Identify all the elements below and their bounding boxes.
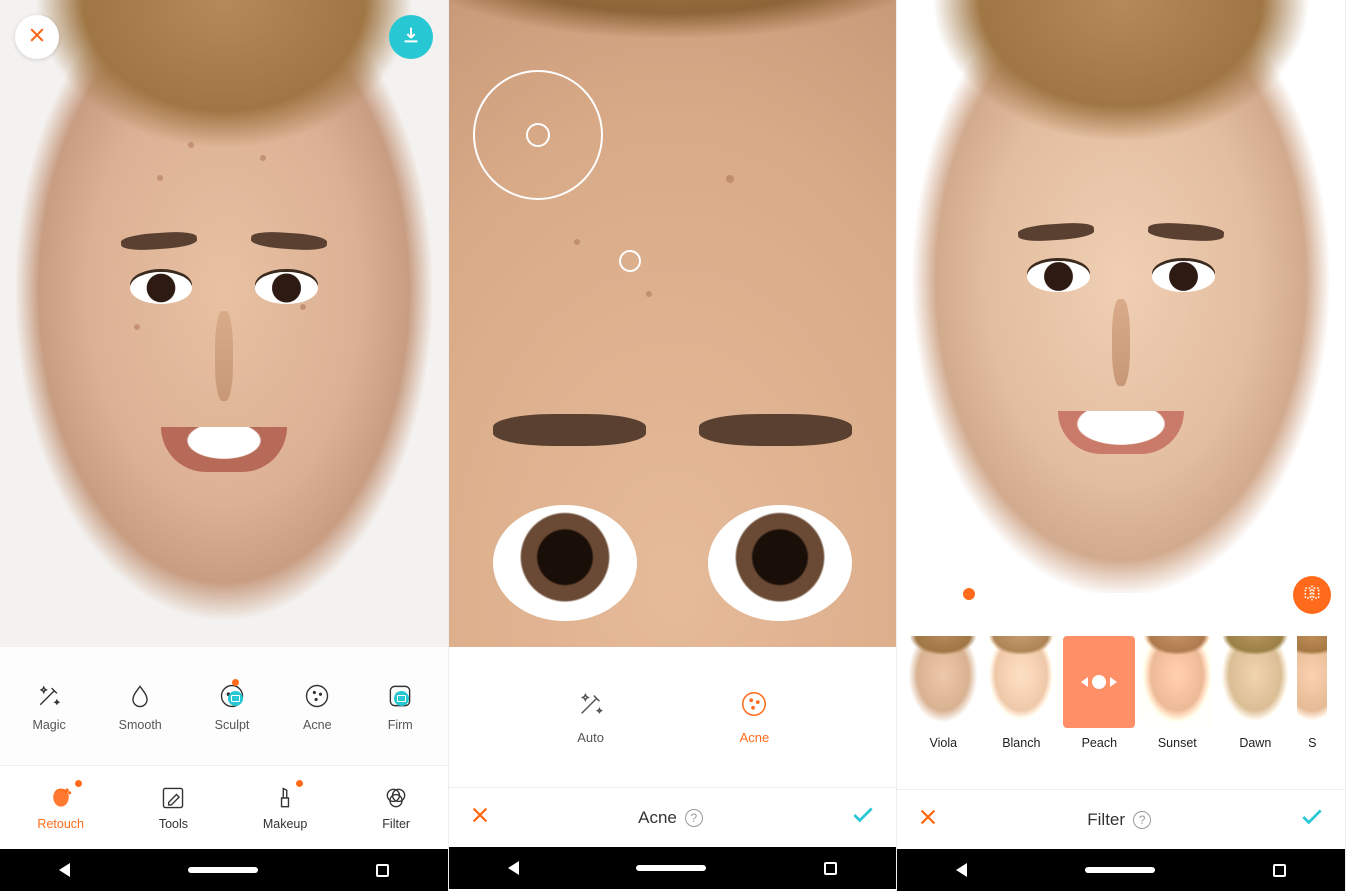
filter-thumbnail-strip[interactable]: Viola Blanch Peach Sunset Dawn S <box>897 622 1345 767</box>
tool-label: Smooth <box>119 718 162 732</box>
tab-label: Makeup <box>263 817 307 831</box>
lipstick-icon <box>271 784 299 812</box>
tool-label: Magic <box>32 718 65 732</box>
tool-label: Firm <box>388 718 413 732</box>
filter-label: Peach <box>1082 736 1117 750</box>
close-button[interactable] <box>15 15 59 59</box>
nav-home-icon[interactable] <box>1085 867 1155 873</box>
filter-intensity-slider[interactable] <box>927 584 1275 604</box>
magic-wand-icon <box>34 681 64 711</box>
tool-acne[interactable]: Acne <box>302 681 332 732</box>
tab-makeup[interactable]: Makeup <box>263 784 307 831</box>
face-image-filtered <box>897 0 1345 622</box>
android-nav-bar <box>449 847 897 889</box>
tool-label: Sculpt <box>215 718 250 732</box>
panel-title: Acne ? <box>491 808 851 828</box>
help-icon[interactable]: ? <box>685 809 703 827</box>
filter-label: Sunset <box>1158 736 1197 750</box>
face-image <box>0 0 448 647</box>
android-nav-bar <box>897 849 1345 891</box>
download-icon <box>400 24 422 51</box>
tab-label: Retouch <box>37 817 84 831</box>
filter-label: S <box>1308 736 1316 750</box>
filter-blanch[interactable]: Blanch <box>985 636 1057 750</box>
android-nav-bar <box>0 849 448 891</box>
slider-thumb[interactable] <box>961 586 977 602</box>
mode-acne[interactable]: Acne <box>739 689 769 745</box>
tab-label: Tools <box>159 817 188 831</box>
tool-label: Acne <box>303 718 332 732</box>
tool-firm[interactable]: Firm <box>385 681 415 732</box>
compare-icon <box>1302 583 1322 608</box>
nav-recent-icon[interactable] <box>376 864 389 877</box>
apply-button[interactable] <box>850 802 876 833</box>
nav-recent-icon[interactable] <box>824 862 837 875</box>
nav-recent-icon[interactable] <box>1273 864 1286 877</box>
photo-canvas-filter[interactable] <box>897 0 1345 622</box>
magic-wand-icon <box>576 689 606 722</box>
tool-magic[interactable]: Magic <box>32 681 65 732</box>
acne-brush-size-indicator[interactable] <box>473 70 603 200</box>
tool-sculpt[interactable]: Sculpt <box>215 681 250 732</box>
retouch-face-icon <box>47 784 75 812</box>
mode-auto[interactable]: Auto <box>576 689 606 745</box>
filter-next[interactable]: S <box>1297 636 1327 750</box>
tool-smooth[interactable]: Smooth <box>119 681 162 732</box>
tab-retouch[interactable]: Retouch <box>37 784 84 831</box>
mode-label: Auto <box>577 730 604 745</box>
panel-title: Filter ? <box>939 810 1299 830</box>
acne-icon <box>739 689 769 722</box>
filter-label: Viola <box>930 736 958 750</box>
help-icon[interactable]: ? <box>1133 811 1151 829</box>
filter-dawn[interactable]: Dawn <box>1219 636 1291 750</box>
tab-tools[interactable]: Tools <box>159 784 188 831</box>
filter-sunset[interactable]: Sunset <box>1141 636 1213 750</box>
compare-button[interactable] <box>1293 576 1331 614</box>
apply-button[interactable] <box>1299 804 1325 835</box>
cancel-button[interactable] <box>917 806 939 833</box>
camera-badge-icon <box>228 691 243 706</box>
retouch-tools-row: Magic Smooth Sculpt Acne <box>0 647 448 765</box>
screen-acne: Auto Acne Acne ? <box>449 0 898 891</box>
tab-filter[interactable]: Filter <box>382 784 410 831</box>
nav-back-icon[interactable] <box>508 861 519 875</box>
filter-peach[interactable]: Peach <box>1063 636 1135 750</box>
filter-viola[interactable]: Viola <box>907 636 979 750</box>
nav-home-icon[interactable] <box>636 865 706 871</box>
selected-indicator-icon <box>1063 636 1135 728</box>
cancel-button[interactable] <box>469 804 491 831</box>
screen-filter: Viola Blanch Peach Sunset Dawn S <box>897 0 1346 891</box>
tab-label: Filter <box>382 817 410 831</box>
acne-icon <box>302 681 332 711</box>
acne-mode-row: Auto Acne <box>449 647 897 787</box>
screen-retouch: Magic Smooth Sculpt Acne <box>0 0 449 891</box>
bottom-tab-bar: Retouch Tools Makeup Filter <box>0 765 448 849</box>
nav-back-icon[interactable] <box>59 863 70 877</box>
new-badge-icon <box>296 780 303 787</box>
new-badge-icon <box>232 679 239 686</box>
camera-badge-icon <box>394 691 409 706</box>
download-button[interactable] <box>389 15 433 59</box>
confirm-bar: Acne ? <box>449 787 897 847</box>
filter-label: Dawn <box>1239 736 1271 750</box>
filter-label: Blanch <box>1002 736 1040 750</box>
photo-canvas[interactable] <box>0 0 448 647</box>
filter-circles-icon <box>382 784 410 812</box>
nav-home-icon[interactable] <box>188 867 258 873</box>
nav-back-icon[interactable] <box>956 863 967 877</box>
new-badge-icon <box>75 780 82 787</box>
acne-target-marker[interactable] <box>619 250 641 272</box>
close-icon <box>27 25 47 50</box>
edit-pencil-icon <box>159 784 187 812</box>
photo-canvas-zoom[interactable] <box>449 0 897 647</box>
droplet-icon <box>125 681 155 711</box>
confirm-bar: Filter ? <box>897 789 1345 849</box>
mode-label: Acne <box>740 730 770 745</box>
